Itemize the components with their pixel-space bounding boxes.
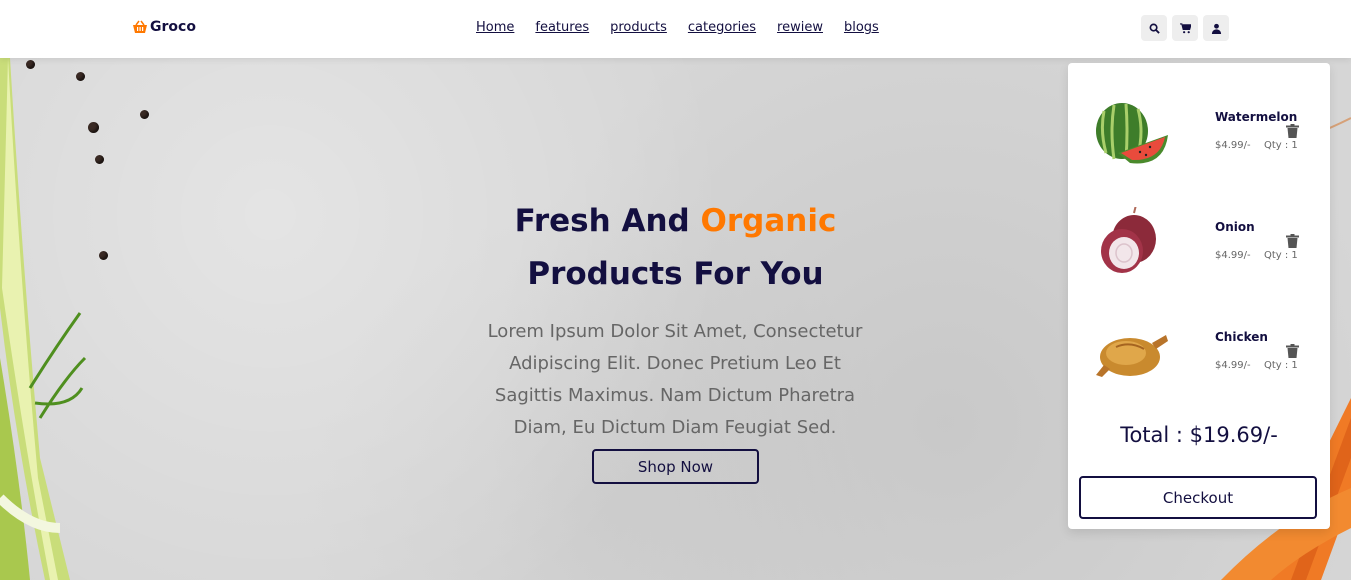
peppercorn [140, 110, 149, 119]
cart-item-name: Chicken [1215, 330, 1268, 344]
cart-panel: Watermelon $4.99/- Qty : 1 Onion $4.99/-… [1068, 63, 1330, 529]
peppercorn [95, 155, 104, 164]
cart-button[interactable] [1172, 15, 1198, 41]
peppercorn [26, 60, 35, 69]
logo-text: Groco [150, 19, 196, 35]
cart-icon [1179, 22, 1191, 33]
peppercorn [76, 72, 85, 81]
cart-item: Onion $4.99/- Qty : 1 [1068, 207, 1330, 297]
cart-item-name: Watermelon [1215, 110, 1298, 124]
main-nav: Home features products categories rewiew… [476, 20, 879, 35]
cart-item: Chicken $4.99/- Qty : 1 [1068, 317, 1330, 407]
search-button[interactable] [1141, 15, 1167, 41]
watermelon-image [1096, 103, 1168, 164]
trash-icon[interactable] [1286, 234, 1299, 248]
header-icons [1141, 15, 1229, 41]
logo[interactable]: Groco [132, 19, 196, 35]
cart-item-price: $4.99/- [1215, 250, 1251, 261]
checkout-button[interactable]: Checkout [1079, 476, 1317, 519]
hero-title-part: Fresh And [514, 203, 690, 239]
cart-item-qty: Qty : 1 [1264, 250, 1298, 261]
green-onion-image [0, 58, 87, 580]
cart-item: Watermelon $4.99/- Qty : 1 [1068, 97, 1330, 187]
nav-categories[interactable]: categories [688, 20, 756, 35]
user-button[interactable] [1203, 15, 1229, 41]
nav-features[interactable]: features [535, 20, 589, 35]
trash-icon[interactable] [1286, 344, 1299, 358]
hero-description: Lorem Ipsum Dolor Sit Amet, Consectetur … [487, 321, 863, 438]
chicken-image [1096, 335, 1168, 377]
cart-item-price: $4.99/- [1215, 360, 1251, 371]
onion-image [1101, 207, 1156, 273]
header: Groco Home features products categories … [0, 0, 1351, 58]
nav-products[interactable]: products [610, 20, 667, 35]
nav-review[interactable]: rewiew [777, 20, 823, 35]
nav-home[interactable]: Home [476, 20, 514, 35]
cart-total: Total : $19.69/- [1120, 423, 1278, 447]
cart-item-price: $4.99/- [1215, 140, 1251, 151]
search-icon [1149, 23, 1160, 34]
cart-item-qty: Qty : 1 [1264, 360, 1298, 371]
cart-item-name: Onion [1215, 220, 1255, 234]
user-icon [1211, 23, 1221, 34]
nav-blogs[interactable]: blogs [844, 20, 879, 35]
trash-icon[interactable] [1286, 124, 1299, 138]
shop-now-button[interactable]: Shop Now [592, 449, 759, 484]
cart-item-qty: Qty : 1 [1264, 140, 1298, 151]
hero-title-accent: Organic [700, 203, 837, 239]
peppercorn [88, 122, 99, 133]
basket-icon [133, 20, 147, 33]
